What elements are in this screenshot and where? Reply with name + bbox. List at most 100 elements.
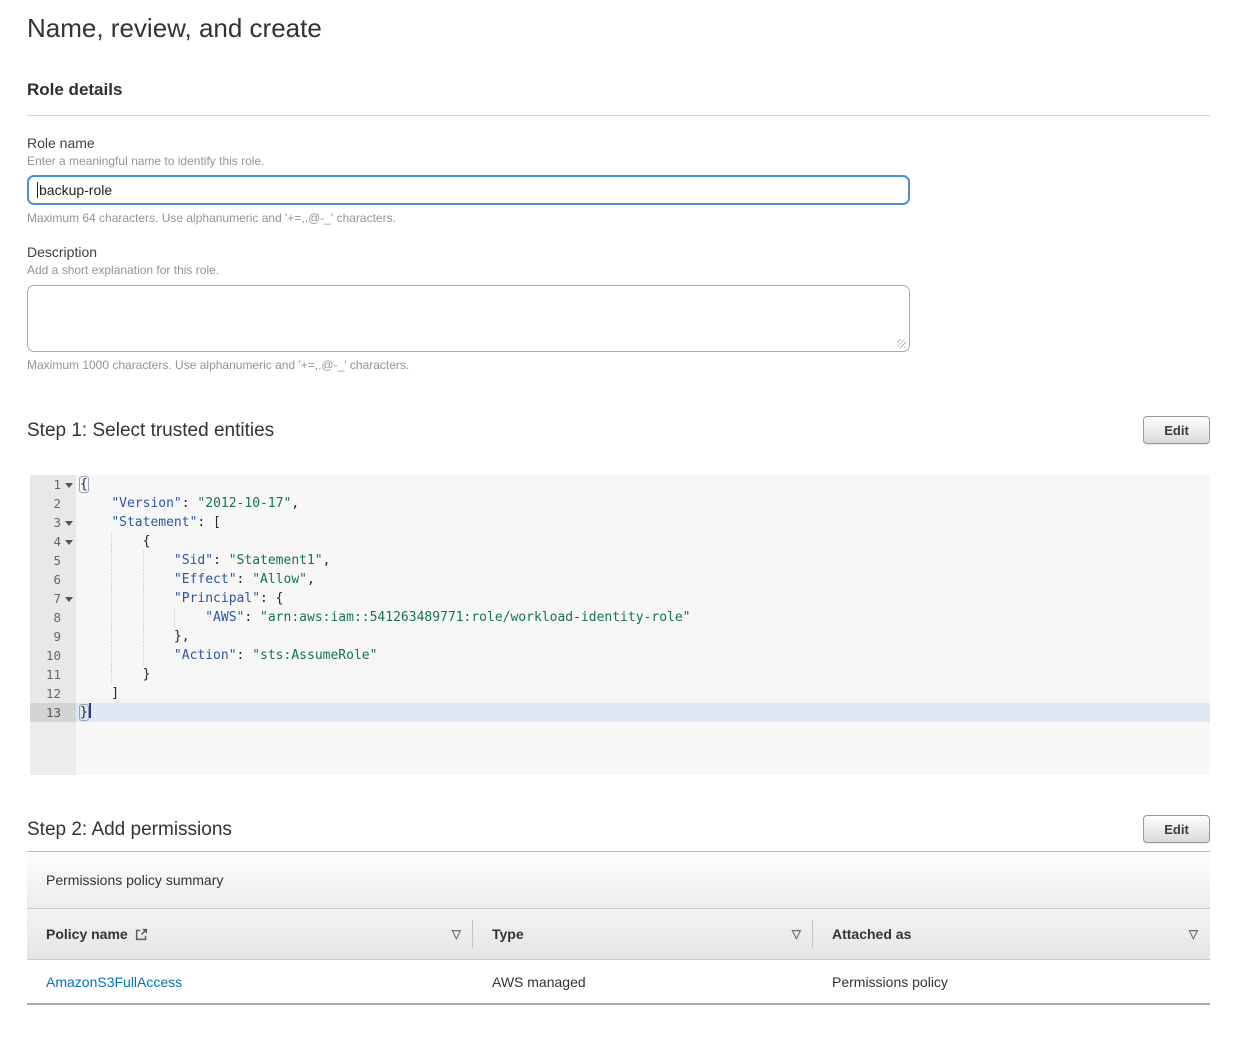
code-token xyxy=(80,553,174,568)
line-number: 11 xyxy=(46,665,61,684)
code-token: : xyxy=(182,496,198,511)
step2-heading: Step 2: Add permissions xyxy=(27,818,232,841)
indent-guide xyxy=(174,608,175,627)
fold-toggle-icon[interactable] xyxy=(65,597,73,602)
editor-empty-area xyxy=(30,722,1210,775)
code-line-12: 12 ] xyxy=(30,684,1210,703)
code-line-5: 5 "Sid": "Statement1", xyxy=(30,551,1210,570)
code-token: "AWS" xyxy=(205,610,244,625)
fold-toggle-icon[interactable] xyxy=(65,540,73,545)
gutter-cell: 4 xyxy=(30,532,76,551)
gutter-cell: 9 xyxy=(30,627,76,646)
policy-type-cell: AWS managed xyxy=(473,960,813,1003)
code-line-3: 3 "Statement": [ xyxy=(30,513,1210,532)
line-number: 4 xyxy=(53,532,61,551)
indent-guide xyxy=(143,589,144,608)
gutter-cell: 13 xyxy=(30,703,76,722)
code-token: "2012-10-17" xyxy=(197,496,291,511)
code-token: "Action" xyxy=(174,648,237,663)
code-text: "Sid": "Statement1", xyxy=(76,551,1210,570)
code-text: "Principal": { xyxy=(76,589,1210,608)
editor-caret xyxy=(89,703,91,718)
column-header-policy-name: Policy name ▽ xyxy=(27,909,473,959)
page-title: Name, review, and create xyxy=(27,12,1210,44)
fold-toggle-icon[interactable] xyxy=(65,483,73,488)
indent-guide xyxy=(111,589,112,608)
column-label: Policy name xyxy=(46,926,128,942)
gutter-cell: 11 xyxy=(30,665,76,684)
role-name-field: Role name Enter a meaningful name to ide… xyxy=(27,135,1210,225)
line-number: 13 xyxy=(46,703,61,722)
matched-bracket: { xyxy=(79,476,89,493)
code-text: { xyxy=(76,475,1210,494)
code-token: ] xyxy=(80,686,119,701)
gutter-cell: 1 xyxy=(30,475,76,494)
role-name-input[interactable]: backup-role xyxy=(27,175,910,205)
table-row: AmazonS3FullAccess AWS managedPermissions… xyxy=(27,960,1210,1003)
trust-policy-editor[interactable]: 1{2 "Version": "2012-10-17",3 "Statement… xyxy=(30,475,1210,775)
code-text: { xyxy=(76,532,1210,551)
sort-dropdown-icon[interactable]: ▽ xyxy=(452,928,461,940)
step1-section: Step 1: Select trusted entities Edit 1{2… xyxy=(27,416,1210,775)
code-text: "AWS": "arn:aws:iam::541263489771:role/w… xyxy=(76,608,1210,627)
gutter-cell: 12 xyxy=(30,684,76,703)
line-number: 2 xyxy=(53,494,61,513)
code-token: : [ xyxy=(197,515,220,530)
code-token: "Principal" xyxy=(174,591,260,606)
code-line-2: 2 "Version": "2012-10-17", xyxy=(30,494,1210,513)
code-line-4: 4 { xyxy=(30,532,1210,551)
code-token: "Statement1" xyxy=(229,553,323,568)
line-number: 10 xyxy=(46,646,61,665)
step1-heading: Step 1: Select trusted entities xyxy=(27,419,274,442)
code-token: "Effect" xyxy=(174,572,237,587)
code-token: : { xyxy=(260,591,283,606)
permissions-summary-panel: Permissions policy summary Policy name▽T… xyxy=(27,851,1210,1005)
line-number: 5 xyxy=(53,551,61,570)
gutter-cell: 6 xyxy=(30,570,76,589)
external-link-icon xyxy=(135,928,148,941)
indent-guide xyxy=(143,627,144,646)
role-name-description: Enter a meaningful name to identify this… xyxy=(27,154,1210,168)
step2-header: Step 2: Add permissions Edit xyxy=(27,815,1210,843)
line-number: 7 xyxy=(53,589,61,608)
gutter-cell: 8 xyxy=(30,608,76,627)
code-token: "sts:AssumeRole" xyxy=(252,648,377,663)
textarea-resize-handle[interactable] xyxy=(897,339,906,348)
indent-guide xyxy=(111,532,112,551)
description-label: Description xyxy=(27,244,1210,261)
code-token: : xyxy=(213,553,229,568)
policy-name-link[interactable]: AmazonS3FullAccess xyxy=(46,974,182,990)
description-field: Description Add a short explanation for … xyxy=(27,244,1210,372)
column-label: Type xyxy=(492,926,524,942)
sort-dropdown-icon[interactable]: ▽ xyxy=(1189,928,1198,940)
code-token xyxy=(80,591,174,606)
description-constraint: Maximum 1000 characters. Use alphanumeri… xyxy=(27,358,1210,372)
code-token: } xyxy=(80,667,150,682)
code-token xyxy=(80,515,111,530)
code-token: "Sid" xyxy=(174,553,213,568)
step2-edit-button[interactable]: Edit xyxy=(1143,815,1210,843)
line-number: 6 xyxy=(53,570,61,589)
sort-dropdown-icon[interactable]: ▽ xyxy=(792,928,801,940)
fold-toggle-icon[interactable] xyxy=(65,521,73,526)
indent-guide xyxy=(111,646,112,665)
section-divider xyxy=(27,115,1210,116)
code-line-13: 13} xyxy=(30,703,1210,722)
indent-guide xyxy=(143,570,144,589)
code-text: ] xyxy=(76,684,1210,703)
gutter-cell: 7 xyxy=(30,589,76,608)
role-name-constraint: Maximum 64 characters. Use alphanumeric … xyxy=(27,211,1210,225)
code-token: "Statement" xyxy=(111,515,197,530)
code-token: , xyxy=(291,496,299,511)
step1-edit-button[interactable]: Edit xyxy=(1143,416,1210,444)
code-token xyxy=(80,496,111,511)
permissions-table-header: Policy name▽Type▽Attached as▽ xyxy=(27,909,1210,960)
line-number: 8 xyxy=(53,608,61,627)
indent-guide xyxy=(143,551,144,570)
indent-guide xyxy=(111,608,112,627)
role-details-heading: Role details xyxy=(27,80,1210,100)
description-textarea[interactable] xyxy=(27,285,910,352)
attached-as-cell: Permissions policy xyxy=(813,960,1210,1003)
policy-name-cell: AmazonS3FullAccess xyxy=(27,960,473,1003)
code-line-11: 11 } xyxy=(30,665,1210,684)
